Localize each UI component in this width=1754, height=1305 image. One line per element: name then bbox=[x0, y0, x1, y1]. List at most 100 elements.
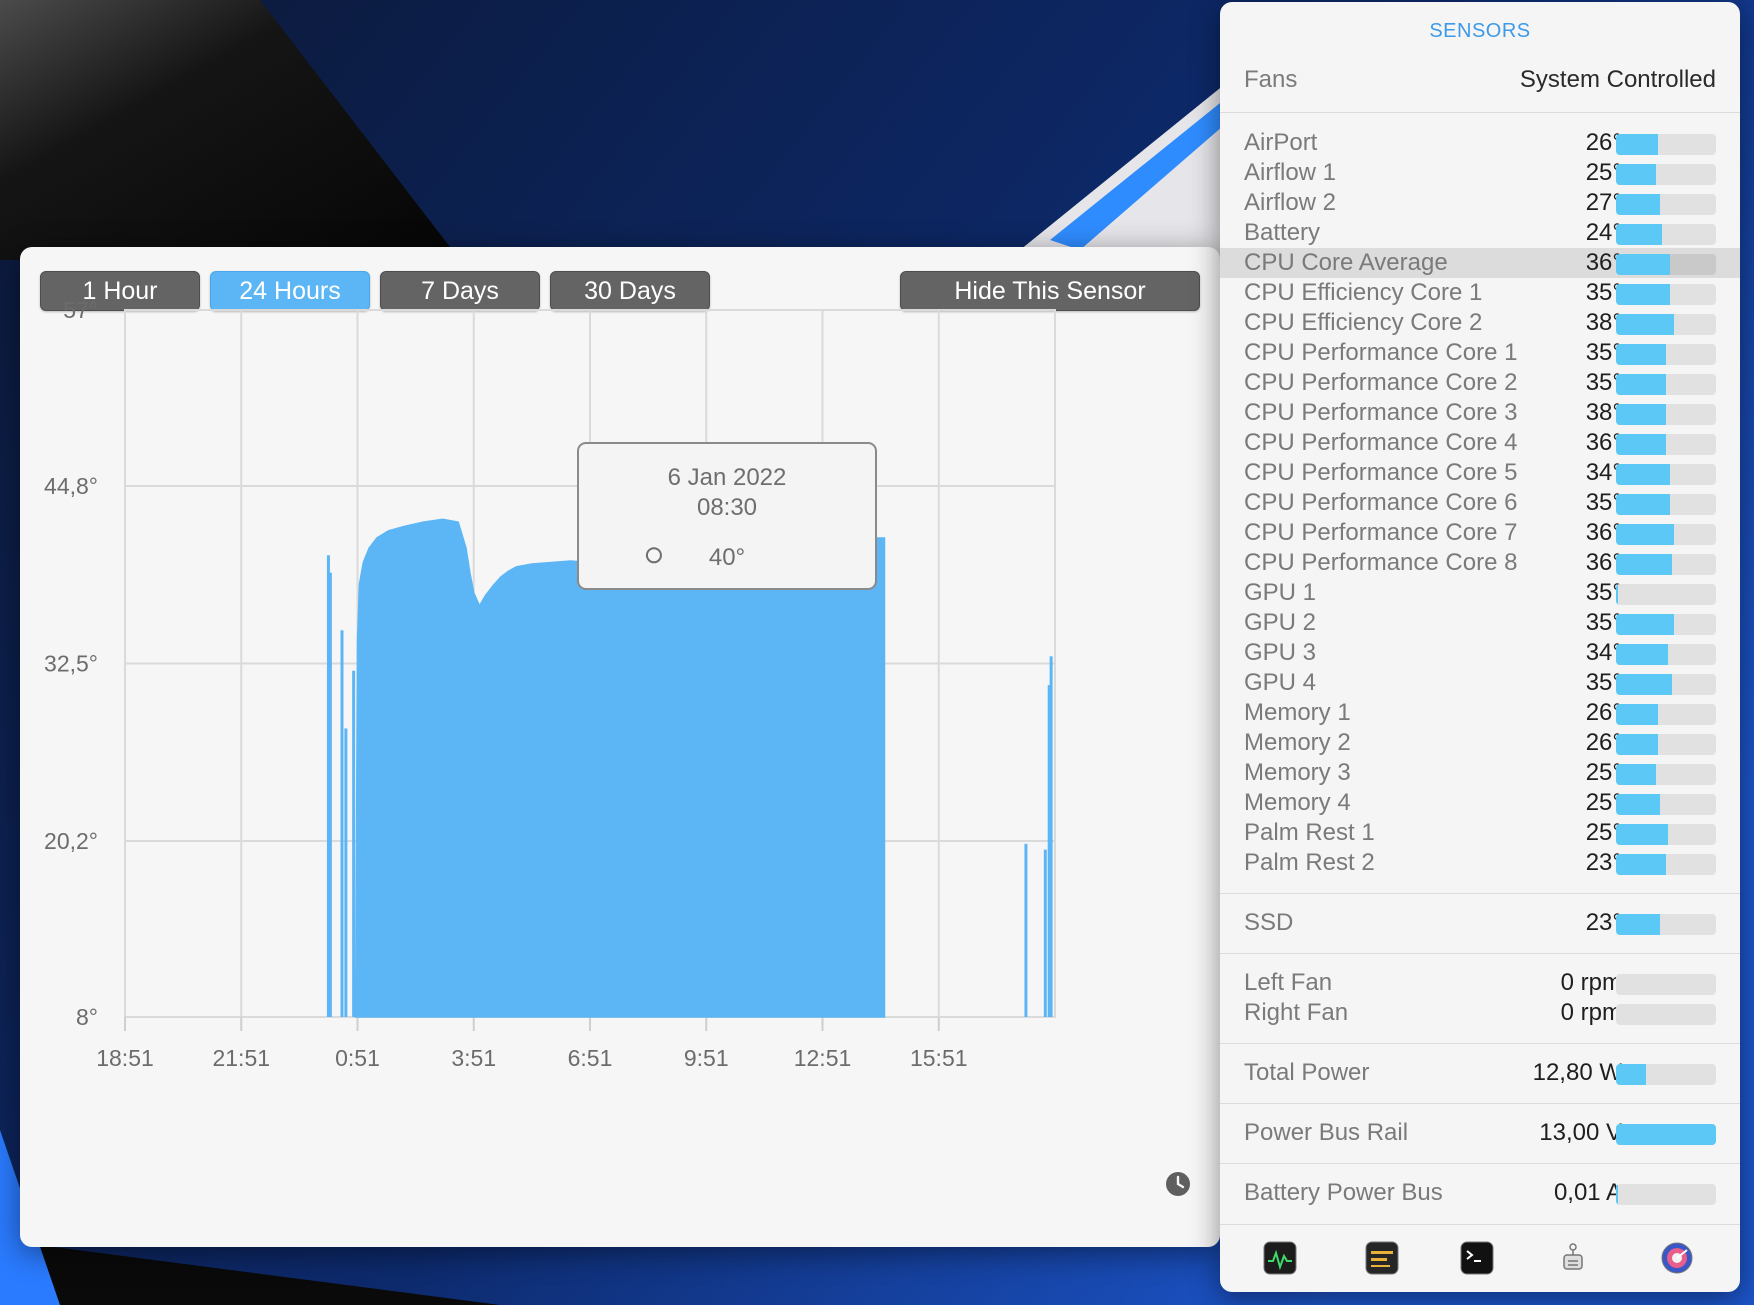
sensor-name: CPU Performance Core 1 bbox=[1244, 339, 1518, 366]
sensor-name: Palm Rest 2 bbox=[1244, 849, 1375, 876]
sensor-row[interactable]: Memory 3 25° bbox=[1220, 758, 1740, 788]
y-tick-label: 57° bbox=[63, 297, 98, 323]
sensor-row-left-fan[interactable]: Left Fan 0 rpm bbox=[1220, 968, 1740, 998]
sensor-level-fill bbox=[1616, 914, 1660, 935]
x-tick-label: 12:51 bbox=[794, 1045, 852, 1071]
sensor-level-bar bbox=[1616, 974, 1716, 995]
sensor-row[interactable]: CPU Efficiency Core 1 35° bbox=[1220, 278, 1740, 308]
sensor-name: CPU Performance Core 2 bbox=[1244, 369, 1518, 396]
sensor-level-bar bbox=[1616, 134, 1716, 155]
chart-tooltip: 6 Jan 2022 08:30 40° bbox=[577, 442, 877, 590]
sensor-name: CPU Performance Core 7 bbox=[1244, 519, 1518, 546]
divider bbox=[1220, 112, 1740, 113]
sensor-row[interactable]: Memory 1 26° bbox=[1220, 698, 1740, 728]
divider bbox=[1220, 1043, 1740, 1044]
sensor-row[interactable]: CPU Performance Core 2 35° bbox=[1220, 368, 1740, 398]
sensor-row[interactable]: GPU 1 35° bbox=[1220, 578, 1740, 608]
sensor-name: Right Fan bbox=[1244, 999, 1349, 1026]
sensor-level-fill bbox=[1616, 284, 1670, 305]
sensor-level-fill bbox=[1616, 134, 1658, 155]
sensor-row[interactable]: GPU 2 35° bbox=[1220, 608, 1740, 638]
sensor-level-bar bbox=[1616, 704, 1716, 725]
sensor-level-fill bbox=[1616, 404, 1666, 425]
sensor-row[interactable]: CPU Core Average 36° bbox=[1220, 248, 1740, 278]
temperature-spike bbox=[340, 630, 344, 1017]
sensor-level-fill bbox=[1616, 764, 1656, 785]
sensor-level-bar bbox=[1616, 914, 1716, 935]
sensor-name: Power Bus Rail bbox=[1244, 1119, 1409, 1146]
sensor-history-window: 1 Hour 24 Hours 7 Days 30 Days Hide This… bbox=[20, 247, 1220, 1247]
sensor-name: CPU Performance Core 6 bbox=[1244, 489, 1518, 516]
sensor-value: 12,80 W bbox=[1532, 1059, 1622, 1086]
sensor-row[interactable]: AirPort 26° bbox=[1220, 128, 1740, 158]
fans-mode-label: Fans bbox=[1244, 66, 1298, 93]
x-tick-label: 6:51 bbox=[568, 1045, 613, 1071]
sensor-level-bar bbox=[1616, 374, 1716, 395]
sensor-row[interactable]: Palm Rest 1 25° bbox=[1220, 818, 1740, 848]
temperature-area bbox=[354, 518, 886, 1018]
sensor-row[interactable]: CPU Performance Core 3 38° bbox=[1220, 398, 1740, 428]
sensor-level-fill bbox=[1616, 494, 1670, 515]
sensor-value: 0 rpm bbox=[1560, 969, 1622, 996]
y-tick-label: 32,5° bbox=[44, 651, 98, 677]
sensor-level-bar bbox=[1616, 824, 1716, 845]
x-tick-label: 3:51 bbox=[451, 1045, 496, 1071]
temperature-history-chart: 57° 44,8° 32,5° 20,2° 8° 18:51 21:51 0:51 3:51 6… bbox=[44, 297, 1190, 1196]
temperature-spike bbox=[352, 670, 356, 1017]
disk-utility-icon[interactable] bbox=[1660, 1241, 1694, 1275]
system-information-icon[interactable] bbox=[1556, 1241, 1590, 1275]
fans-mode-value[interactable]: System Controlled bbox=[1520, 66, 1716, 94]
sensor-row[interactable]: Memory 4 25° bbox=[1220, 788, 1740, 818]
sensor-name: CPU Performance Core 8 bbox=[1244, 549, 1518, 576]
sensor-row-right-fan[interactable]: Right Fan 0 rpm bbox=[1220, 998, 1740, 1028]
sensor-name: CPU Performance Core 4 bbox=[1244, 429, 1518, 456]
sensor-row[interactable]: Palm Rest 2 23° bbox=[1220, 848, 1740, 878]
sensor-level-fill bbox=[1616, 224, 1662, 245]
sensor-name: GPU 1 bbox=[1244, 579, 1317, 606]
sensor-row-power-bus-rail[interactable]: Power Bus Rail 13,00 V bbox=[1220, 1118, 1740, 1148]
sensor-row[interactable]: Battery 24° bbox=[1220, 218, 1740, 248]
sensor-row-battery-power-bus[interactable]: Battery Power Bus 0,01 A bbox=[1220, 1178, 1740, 1208]
activity-monitor-icon[interactable] bbox=[1263, 1241, 1297, 1275]
sensor-row[interactable]: CPU Performance Core 5 34° bbox=[1220, 458, 1740, 488]
sensor-level-fill bbox=[1616, 1064, 1646, 1085]
sensor-name: CPU Efficiency Core 1 bbox=[1244, 279, 1483, 306]
sensor-level-bar bbox=[1616, 1004, 1716, 1025]
sensor-level-fill bbox=[1616, 164, 1656, 185]
clock-icon[interactable] bbox=[1166, 1172, 1190, 1196]
sensor-row[interactable]: Memory 2 26° bbox=[1220, 728, 1740, 758]
terminal-icon[interactable] bbox=[1460, 1241, 1494, 1275]
y-tick-label: 8° bbox=[76, 1004, 98, 1030]
divider bbox=[1220, 953, 1740, 954]
sensor-row[interactable]: CPU Performance Core 7 36° bbox=[1220, 518, 1740, 548]
sensor-row[interactable]: GPU 3 34° bbox=[1220, 638, 1740, 668]
sensor-name: SSD bbox=[1244, 909, 1294, 936]
sensor-level-bar bbox=[1616, 674, 1716, 695]
sensor-row[interactable]: GPU 4 35° bbox=[1220, 668, 1740, 698]
sensor-row[interactable]: CPU Efficiency Core 2 38° bbox=[1220, 308, 1740, 338]
sensor-value: 13,00 V bbox=[1539, 1119, 1622, 1146]
temperature-spike bbox=[1043, 849, 1047, 1017]
sensor-level-fill bbox=[1616, 584, 1618, 605]
tooltip-value: 40° bbox=[709, 544, 745, 571]
sensor-name: Left Fan bbox=[1244, 969, 1333, 996]
sensor-level-fill bbox=[1616, 374, 1666, 395]
sensor-row-total-power[interactable]: Total Power 12,80 W bbox=[1220, 1058, 1740, 1088]
sensor-level-fill bbox=[1616, 704, 1658, 725]
sensor-row[interactable]: CPU Performance Core 8 36° bbox=[1220, 548, 1740, 578]
sensor-level-bar bbox=[1616, 614, 1716, 635]
temperature-spike bbox=[328, 572, 332, 1017]
sensor-level-bar bbox=[1616, 734, 1716, 755]
sensor-row[interactable]: CPU Performance Core 1 35° bbox=[1220, 338, 1740, 368]
sensor-level-fill bbox=[1616, 344, 1666, 365]
sensor-row-ssd[interactable]: SSD 23° bbox=[1220, 908, 1740, 938]
console-icon[interactable] bbox=[1365, 1241, 1399, 1275]
sensor-level-bar bbox=[1616, 1184, 1716, 1205]
chart-series bbox=[326, 518, 1053, 1018]
sensor-row[interactable]: Airflow 2 27° bbox=[1220, 188, 1740, 218]
sensor-level-bar bbox=[1616, 194, 1716, 215]
sensor-row[interactable]: CPU Performance Core 6 35° bbox=[1220, 488, 1740, 518]
sensor-row[interactable]: CPU Performance Core 4 36° bbox=[1220, 428, 1740, 458]
sensor-level-bar bbox=[1616, 434, 1716, 455]
sensor-row[interactable]: Airflow 1 25° bbox=[1220, 158, 1740, 188]
